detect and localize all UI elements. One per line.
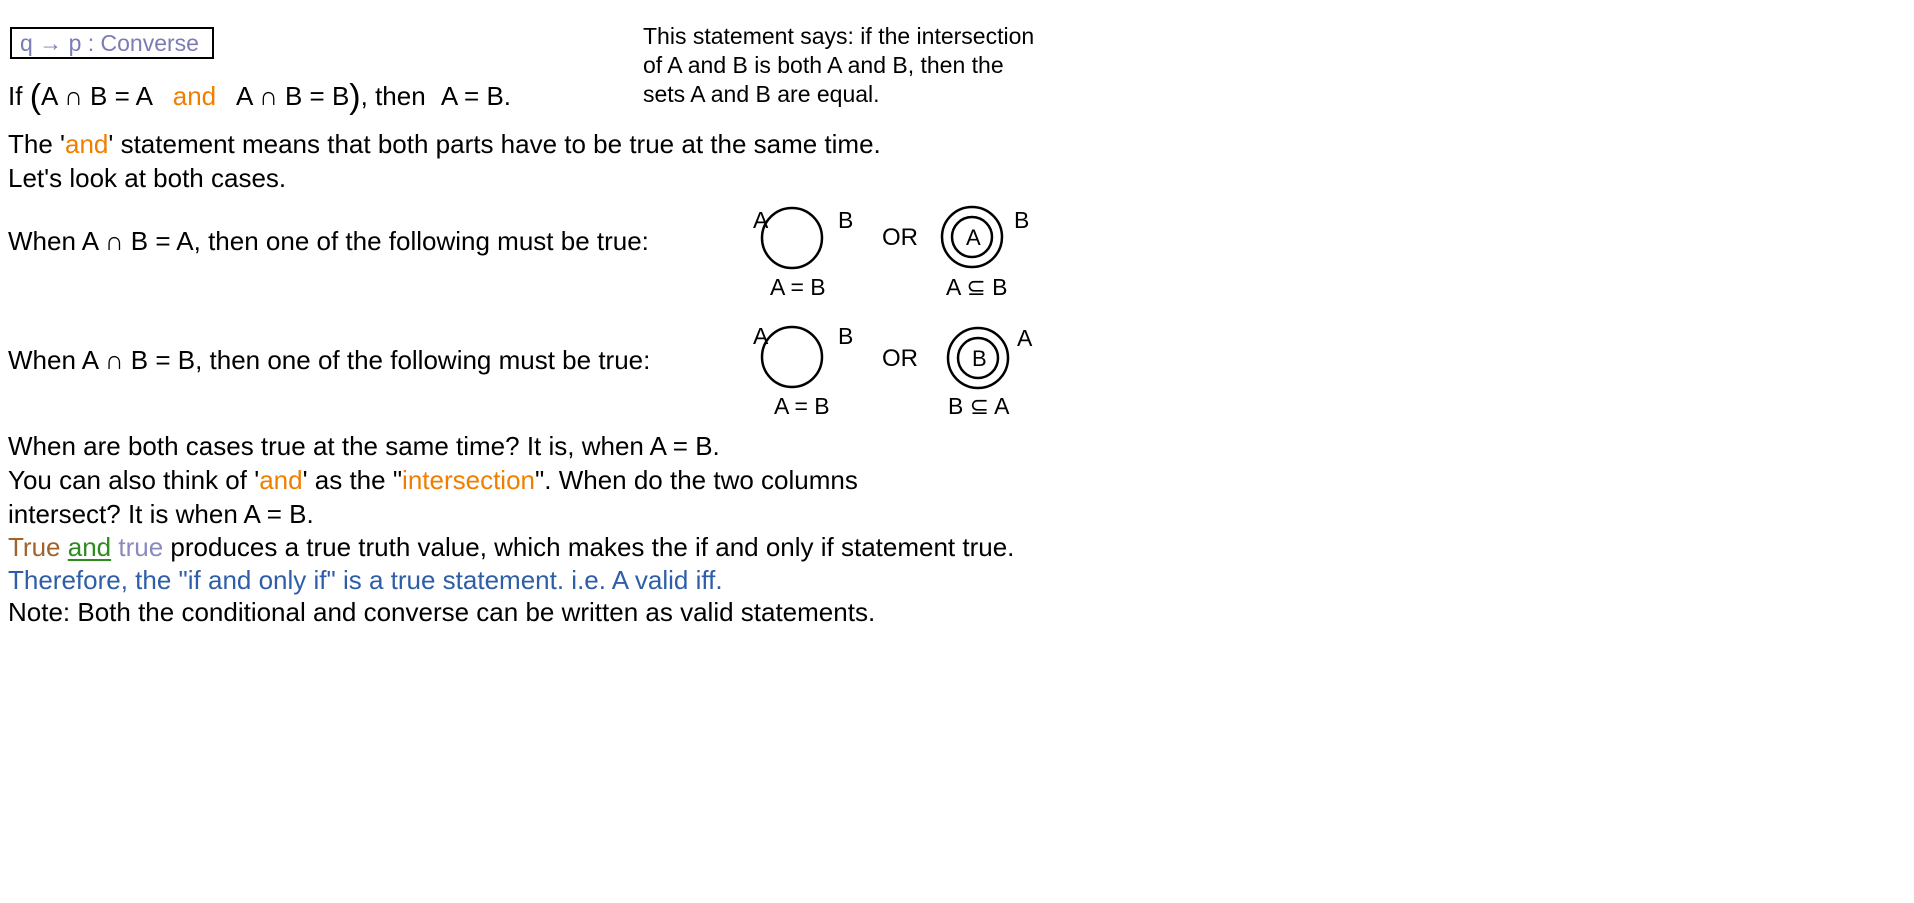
note-line-3: sets A and B are equal. bbox=[643, 81, 880, 107]
case-2-diagram-1-label-b: B bbox=[838, 323, 854, 349]
statement-conclusion: A = B. bbox=[440, 81, 512, 111]
then-word: , then bbox=[360, 81, 426, 111]
and-word-underlined: and bbox=[67, 532, 112, 562]
case-1-diagram-1-label-b: B bbox=[838, 207, 854, 233]
case-1-text: When A ∩ B = A, then one of the followin… bbox=[8, 226, 649, 256]
note-line-1: This statement says: if the intersection bbox=[643, 23, 1035, 49]
conclusion-line-1: When are both cases true at the same tim… bbox=[8, 431, 720, 461]
case-2-text: When A ∩ B = B, then one of the followin… bbox=[8, 345, 651, 375]
converse-label-box: q → p : Converse bbox=[10, 27, 214, 59]
case-2-diagram-1-caption: A = B bbox=[774, 393, 830, 419]
conclusion-line-2: You can also think of 'and' as the "inte… bbox=[8, 465, 858, 495]
conclusion-line-6: Note: Both the conditional and converse … bbox=[8, 597, 876, 627]
converse-label: q → p : Converse bbox=[20, 30, 199, 56]
case-2-diagram-1-label-a: A bbox=[753, 323, 769, 349]
statement-part-1: A ∩ B = A bbox=[41, 81, 152, 111]
case-1-equal-diagram bbox=[760, 206, 824, 270]
case-2-equal-diagram bbox=[760, 325, 824, 389]
conclusion-line-4: True and true produces a true truth valu… bbox=[8, 532, 1015, 562]
open-paren: ( bbox=[29, 78, 42, 116]
conclusion-line-5: Therefore, the "if and only if" is a tru… bbox=[8, 565, 723, 595]
true-word-2: true bbox=[118, 532, 164, 562]
explanation-and: and bbox=[65, 129, 109, 159]
case-1-diagram-2-outer-label: B bbox=[1014, 207, 1030, 233]
explanation-line-1: The 'and' statement means that both part… bbox=[8, 129, 881, 159]
conclusion-line-3: intersect? It is when A = B. bbox=[8, 499, 314, 529]
explanation-line-2: Let's look at both cases. bbox=[8, 163, 287, 193]
true-word-1: True bbox=[8, 532, 61, 562]
case-2-diagram-2-inner-label: B bbox=[972, 346, 987, 371]
if-word: If bbox=[8, 81, 23, 111]
equal-sets-circle bbox=[760, 206, 824, 270]
case-2-or: OR bbox=[882, 345, 918, 372]
case-1-diagram-2-inner-label: A bbox=[966, 225, 981, 250]
case-1-diagram-1-label-a: A bbox=[753, 207, 769, 233]
case-1-or: OR bbox=[882, 224, 918, 251]
statement-note: This statement says: if the intersection… bbox=[643, 22, 1063, 109]
case-2-diagram-2-outer-label: A bbox=[1017, 325, 1033, 351]
case-1-diagram-2-caption: A ⊆ B bbox=[946, 274, 1008, 300]
close-paren: ) bbox=[349, 78, 361, 116]
biconditional-statement: If (A ∩ B = A and A ∩ B = B), then A = B… bbox=[8, 80, 512, 114]
conclusion-and: and bbox=[259, 465, 303, 495]
case-2-diagram-2-caption: B ⊆ A bbox=[948, 393, 1010, 419]
statement-and: and bbox=[172, 81, 217, 111]
equal-sets-circle bbox=[760, 325, 824, 389]
conclusion-intersection: intersection bbox=[402, 465, 536, 495]
note-line-2: of A and B is both A and B, then the bbox=[643, 52, 1004, 78]
statement-part-2: A ∩ B = B bbox=[235, 81, 350, 111]
case-1-diagram-1-caption: A = B bbox=[770, 274, 826, 300]
